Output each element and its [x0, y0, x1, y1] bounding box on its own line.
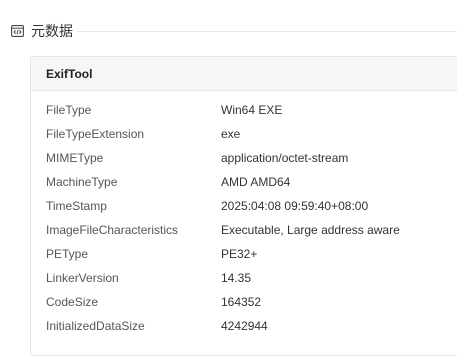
metadata-row: MIMEType application/octet-stream	[31, 146, 457, 170]
metadata-key: FileType	[46, 103, 92, 117]
metadata-row: InitializedDataSize 4242944	[31, 314, 457, 338]
metadata-key: TimeStamp	[46, 199, 107, 213]
metadata-key: ImageFileCharacteristics	[46, 223, 179, 237]
metadata-key: CodeSize	[46, 295, 99, 309]
metadata-row: ImageFileCharacteristics Executable, Lar…	[31, 218, 457, 242]
metadata-value: AMD AMD64	[221, 175, 291, 189]
section-title: 元数据	[31, 24, 73, 40]
metadata-row: FileType Win64 EXE	[31, 98, 457, 122]
metadata-value: PE32+	[221, 247, 258, 261]
metadata-key: LinkerVersion	[46, 271, 119, 285]
metadata-value: application/octet-stream	[221, 151, 349, 165]
metadata-value: Win64 EXE	[221, 103, 283, 117]
metadata-row: FileTypeExtension exe	[31, 122, 457, 146]
metadata-key: InitializedDataSize	[46, 319, 145, 333]
metadata-row: CodeSize 164352	[31, 290, 457, 314]
section-divider	[77, 30, 457, 32]
metadata-value: 14.35	[221, 271, 252, 285]
metadata-key: FileTypeExtension	[46, 127, 145, 141]
exiftool-card-title: ExifTool	[46, 66, 93, 81]
metadata-value: 4242944	[221, 319, 268, 333]
metadata-key: MIMEType	[46, 151, 104, 165]
metadata-row: PEType PE32+	[31, 242, 457, 266]
metadata-key: PEType	[46, 247, 89, 261]
metadata-row: MachineType AMD AMD64	[31, 170, 457, 194]
code-view-icon	[10, 24, 24, 38]
exiftool-card: ExifTool FileType Win64 EXE FileTypeExte…	[30, 56, 457, 356]
metadata-section-header: 元数据	[10, 20, 457, 42]
metadata-row: LinkerVersion 14.35	[31, 266, 457, 290]
metadata-key: MachineType	[46, 175, 118, 189]
metadata-value: 2025:04:08 09:59:40+08:00	[221, 199, 369, 213]
metadata-row: TimeStamp 2025:04:08 09:59:40+08:00	[31, 194, 457, 218]
metadata-value: 164352	[221, 295, 262, 309]
metadata-rows: FileType Win64 EXE FileTypeExtension exe…	[31, 91, 457, 338]
metadata-value: Executable, Large address aware	[221, 223, 400, 237]
metadata-value: exe	[221, 127, 241, 141]
exiftool-card-header: ExifTool	[31, 57, 457, 91]
